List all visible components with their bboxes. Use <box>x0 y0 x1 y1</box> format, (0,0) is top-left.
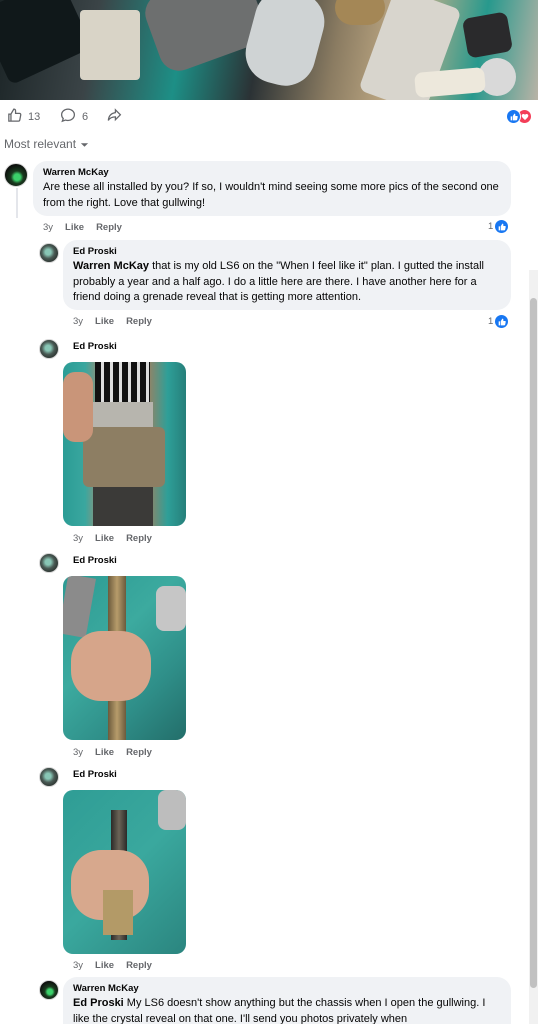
like-link[interactable]: Like <box>95 747 114 758</box>
share-action[interactable] <box>105 107 123 127</box>
avatar[interactable] <box>39 243 59 263</box>
avatar[interactable] <box>39 553 59 573</box>
caret-down-icon <box>80 137 89 151</box>
comment-photo[interactable] <box>63 362 186 526</box>
comment-bubble-icon <box>59 107 77 127</box>
like-reaction-icon <box>495 220 509 233</box>
comment-author[interactable]: Warren McKay <box>73 983 501 994</box>
comment-photo[interactable] <box>63 790 186 954</box>
comment-time[interactable]: 3y <box>73 533 83 544</box>
comment-photo[interactable] <box>63 576 186 740</box>
like-link[interactable]: Like <box>95 960 114 971</box>
mention-link[interactable]: Warren McKay <box>73 260 149 272</box>
reaction-count-text: 1 <box>488 316 494 327</box>
comment-author[interactable]: Ed Proski <box>73 769 117 780</box>
thread-line <box>16 188 18 218</box>
share-arrow-icon <box>105 107 123 127</box>
reply-link[interactable]: Reply <box>126 747 152 758</box>
post-photo[interactable] <box>0 0 538 100</box>
comment-author[interactable]: Ed Proski <box>73 341 117 352</box>
reaction-summary[interactable] <box>506 109 532 124</box>
comment-sort-dropdown[interactable]: Most relevant <box>4 137 89 151</box>
like-link[interactable]: Like <box>95 533 114 544</box>
comment-reaction-count[interactable]: 1 <box>488 220 509 233</box>
comment-reaction-count[interactable]: 1 <box>488 315 509 328</box>
like-link[interactable]: Like <box>65 222 84 233</box>
reaction-count-text: 1 <box>488 221 494 232</box>
comment-time[interactable]: 3y <box>73 316 83 327</box>
reply-link[interactable]: Reply <box>126 960 152 971</box>
comment-bubble: Warren McKay Ed Proski My LS6 doesn't sh… <box>63 977 511 1024</box>
comment-count: 6 <box>82 111 89 123</box>
post-action-bar: 13 6 <box>0 100 538 132</box>
comment-text: Warren McKay that is my old LS6 on the "… <box>73 259 501 306</box>
comment-meta: 3y Like Reply <box>43 222 122 233</box>
avatar[interactable] <box>39 767 59 787</box>
comment-meta: 3y Like Reply <box>73 747 152 758</box>
sort-label: Most relevant <box>4 137 77 151</box>
avatar[interactable] <box>39 980 59 1000</box>
comment-text: Ed Proski My LS6 doesn't show anything b… <box>73 996 501 1024</box>
comment-author[interactable]: Warren McKay <box>43 167 501 178</box>
comment-bubble: Warren McKay Are these all installed by … <box>33 161 511 216</box>
reply-link[interactable]: Reply <box>126 533 152 544</box>
like-link[interactable]: Like <box>95 316 114 327</box>
reply-link[interactable]: Reply <box>96 222 122 233</box>
comment-meta: 3y Like Reply <box>73 533 152 544</box>
like-action[interactable]: 13 <box>6 107 40 127</box>
scrollbar[interactable] <box>529 270 538 1024</box>
comment-meta: 3y Like Reply <box>73 960 152 971</box>
scrollbar-thumb[interactable] <box>530 298 537 988</box>
comment-bubble: Ed Proski Warren McKay that is my old LS… <box>63 240 511 310</box>
comment-body: My LS6 doesn't show anything but the cha… <box>73 997 486 1024</box>
reply-link[interactable]: Reply <box>126 316 152 327</box>
avatar[interactable] <box>4 163 28 187</box>
avatar[interactable] <box>39 339 59 359</box>
comment-time[interactable]: 3y <box>73 747 83 758</box>
comment-author[interactable]: Ed Proski <box>73 246 501 257</box>
like-reaction-icon <box>506 109 521 124</box>
comment-text: Are these all installed by you? If so, I… <box>43 181 499 209</box>
like-count: 13 <box>28 111 41 123</box>
thumbs-up-icon <box>6 107 23 127</box>
comment-action[interactable]: 6 <box>59 107 88 127</box>
mention-link[interactable]: Ed Proski <box>73 997 124 1009</box>
comment-meta: 3y Like Reply <box>73 316 152 327</box>
comment-author[interactable]: Ed Proski <box>73 555 117 566</box>
comment-time[interactable]: 3y <box>73 960 83 971</box>
like-reaction-icon <box>495 315 509 328</box>
comment-time[interactable]: 3y <box>43 222 53 233</box>
